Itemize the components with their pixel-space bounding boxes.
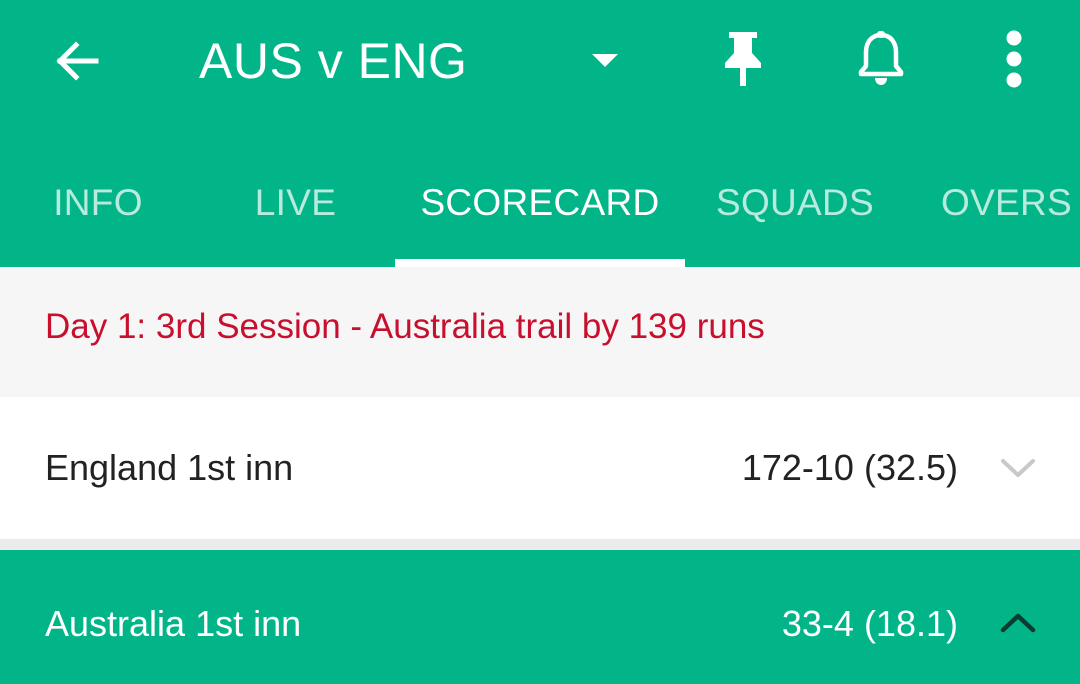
innings-label: England 1st inn bbox=[45, 447, 294, 488]
back-button[interactable] bbox=[40, 24, 114, 98]
more-vert-icon bbox=[1006, 30, 1022, 88]
match-dropdown-button[interactable] bbox=[578, 30, 632, 90]
pin-icon bbox=[725, 32, 761, 86]
innings-score: 172-10 (32.5) bbox=[741, 447, 958, 488]
notifications-button[interactable] bbox=[850, 24, 912, 94]
bell-icon bbox=[858, 31, 904, 85]
match-status-bar: Day 1: 3rd Session - Australia trail by … bbox=[0, 267, 1080, 397]
tab-info[interactable]: INFO bbox=[0, 164, 196, 267]
back-arrow-icon bbox=[56, 41, 99, 81]
divider bbox=[0, 539, 1080, 550]
match-status-text: Day 1: 3rd Session - Australia trail by … bbox=[45, 307, 765, 346]
app-bar: AUS v ENG INFO LIVE SCORECARD SQUADS OVE… bbox=[0, 0, 1080, 267]
innings-label: Australia 1st inn bbox=[45, 603, 302, 644]
match-title: AUS v ENG bbox=[199, 33, 468, 89]
tab-scorecard[interactable]: SCORECARD bbox=[395, 164, 685, 267]
tab-squads[interactable]: SQUADS bbox=[685, 164, 905, 267]
chevron-down-icon bbox=[1001, 459, 1035, 477]
innings-row-australia[interactable]: Australia 1st inn 33-4 (18.1) bbox=[0, 550, 1080, 684]
dropdown-arrow-icon bbox=[592, 54, 618, 67]
innings-score: 33-4 (18.1) bbox=[781, 603, 958, 644]
tab-overs[interactable]: OVERS bbox=[905, 164, 1080, 267]
more-options-button[interactable] bbox=[992, 24, 1036, 94]
active-tab-indicator bbox=[395, 259, 685, 267]
tab-live[interactable]: LIVE bbox=[196, 164, 395, 267]
chevron-up-icon bbox=[1000, 613, 1036, 633]
pin-button[interactable] bbox=[712, 24, 774, 94]
innings-row-england[interactable]: England 1st inn 172-10 (32.5) bbox=[0, 397, 1080, 539]
tab-bar: INFO LIVE SCORECARD SQUADS OVERS bbox=[0, 164, 1080, 267]
